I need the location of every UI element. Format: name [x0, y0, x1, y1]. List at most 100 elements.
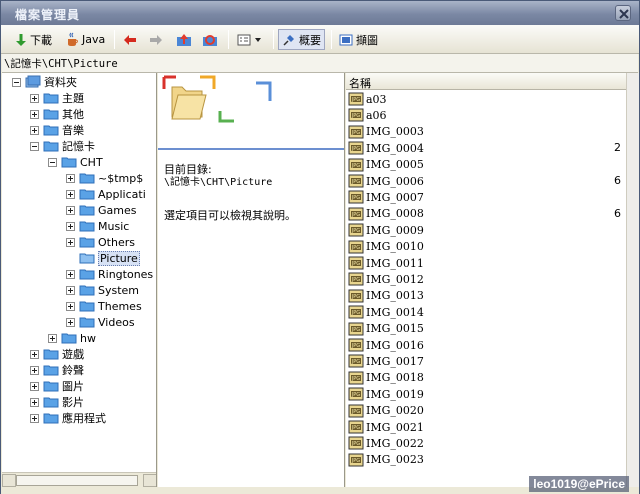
expand-icon[interactable] — [30, 93, 39, 103]
folder-icon — [79, 237, 95, 248]
scroll-thumb[interactable] — [16, 475, 138, 486]
file-list[interactable]: 名稱 JPG a03 JPG a06 JPG IMG_0003 JPG IMG_0004 2 JP… — [346, 73, 639, 487]
tree-item-themes[interactable]: 主題 — [30, 90, 84, 106]
tree-item-system[interactable]: System — [66, 282, 139, 298]
tree-item-others[interactable]: 其他 — [30, 106, 84, 122]
tree-item-root[interactable]: 資料夾 — [12, 74, 77, 90]
tree-label: 應用程式 — [62, 412, 106, 425]
expand-icon[interactable] — [66, 301, 75, 311]
file-row[interactable]: JPG IMG_0011 — [348, 255, 424, 271]
expand-icon[interactable] — [48, 333, 57, 343]
tree-horizontal-scrollbar[interactable] — [2, 472, 156, 487]
list-vertical-scrollbar[interactable] — [626, 73, 639, 487]
view-mode-button[interactable] — [237, 29, 262, 50]
chevron-down-icon[interactable] — [254, 37, 262, 43]
jpg-file-icon: JPG — [348, 387, 364, 401]
expand-icon[interactable] — [66, 221, 75, 231]
tree-item-ringtones-zh[interactable]: 鈴聲 — [30, 362, 84, 378]
expand-icon[interactable] — [30, 381, 39, 391]
picture-icon — [339, 34, 353, 45]
svg-text:JPG: JPG — [351, 310, 360, 316]
svg-text:JPG: JPG — [351, 97, 360, 103]
tree-item-applications[interactable]: Applicati — [66, 186, 146, 202]
tree-item-games-zh[interactable]: 遊戲 — [30, 346, 84, 362]
file-row[interactable]: JPG IMG_0004 — [348, 140, 424, 156]
scroll-left-icon[interactable] — [2, 474, 16, 487]
expand-icon[interactable] — [66, 237, 75, 247]
scroll-right-icon[interactable] — [143, 474, 156, 487]
expand-icon[interactable] — [30, 349, 39, 359]
close-button[interactable] — [615, 5, 631, 21]
file-row[interactable]: JPG a03 — [348, 91, 387, 107]
file-row[interactable]: JPG IMG_0012 — [348, 271, 424, 287]
collapse-icon[interactable] — [12, 77, 21, 87]
tree-label: System — [98, 283, 140, 297]
expand-icon[interactable] — [30, 109, 39, 119]
file-row[interactable]: JPG IMG_0023 — [348, 452, 424, 468]
collapse-icon[interactable] — [30, 141, 39, 151]
up-folder-button[interactable] — [176, 29, 192, 50]
file-row[interactable]: JPG IMG_0016 — [348, 337, 424, 353]
file-row[interactable]: JPG IMG_0021 — [348, 419, 424, 435]
folder-icon — [43, 109, 59, 120]
file-row[interactable]: JPG IMG_0007 — [348, 189, 424, 205]
tree-item-apps-zh[interactable]: 應用程式 — [30, 410, 106, 426]
forward-button[interactable] — [149, 29, 163, 50]
file-row[interactable]: JPG IMG_0006 — [348, 173, 424, 189]
download-button[interactable]: 下載 — [15, 29, 52, 50]
tree-item-music[interactable]: 音樂 — [30, 122, 84, 138]
tree-item-games[interactable]: Games — [66, 202, 136, 218]
file-row[interactable]: JPG IMG_0018 — [348, 370, 424, 386]
expand-icon[interactable] — [66, 173, 75, 183]
file-row[interactable]: JPG a06 — [348, 107, 387, 123]
collapse-icon[interactable] — [48, 157, 57, 167]
tree-item-videos-zh[interactable]: 影片 — [30, 394, 84, 410]
file-row[interactable]: JPG IMG_0014 — [348, 304, 424, 320]
file-row[interactable]: JPG IMG_0019 — [348, 386, 424, 402]
tree-item-others-en[interactable]: Others — [66, 234, 135, 250]
expand-icon[interactable] — [66, 285, 75, 295]
file-row[interactable]: JPG IMG_0022 — [348, 435, 424, 451]
expand-icon[interactable] — [66, 317, 75, 327]
file-row[interactable]: JPG IMG_0010 — [348, 239, 424, 255]
expand-icon[interactable] — [30, 397, 39, 407]
tree-item-pictures-zh[interactable]: 圖片 — [30, 378, 84, 394]
tree-item-picture[interactable]: Picture — [79, 250, 140, 266]
column-header-name[interactable]: 名稱 — [346, 73, 626, 90]
jpg-file-icon: JPG — [348, 305, 364, 319]
tree-item-cht[interactable]: CHT — [48, 154, 103, 170]
expand-icon[interactable] — [30, 125, 39, 135]
file-row[interactable]: JPG IMG_0017 — [348, 353, 424, 369]
file-row[interactable]: JPG IMG_0005 — [348, 157, 424, 173]
file-row[interactable]: JPG IMG_0020 — [348, 403, 424, 419]
file-row[interactable]: JPG IMG_0013 — [348, 288, 424, 304]
file-row[interactable]: JPG IMG_0009 — [348, 222, 424, 238]
tree-item-themes-en[interactable]: Themes — [66, 298, 142, 314]
tree-item-memory-card[interactable]: 記憶卡 — [30, 138, 95, 154]
toolbar-separator — [114, 30, 115, 49]
back-button[interactable] — [123, 29, 137, 50]
tree-item-music-en[interactable]: Music — [66, 218, 129, 234]
file-row[interactable]: JPG IMG_0015 — [348, 321, 424, 337]
java-button[interactable]: Java — [65, 29, 105, 50]
tree-item-videos[interactable]: Videos — [66, 314, 135, 330]
thumbnail-button[interactable]: 擷圖 — [339, 29, 378, 50]
expand-icon[interactable] — [66, 189, 75, 199]
expand-icon[interactable] — [66, 269, 75, 279]
expand-icon[interactable] — [30, 365, 39, 375]
file-row[interactable]: JPG IMG_0008 — [348, 206, 424, 222]
refresh-folder-icon — [203, 34, 217, 46]
folder-tree[interactable]: 資料夾 主題 其他 音樂 記憶卡 CHT ~$tmp$ Applicati Ga… — [2, 73, 157, 487]
overview-button[interactable]: 概要 — [278, 29, 325, 50]
title-bar[interactable]: 檔案管理員 — [1, 1, 639, 25]
folder-icon — [79, 205, 95, 216]
tree-item-tmp[interactable]: ~$tmp$ — [66, 170, 143, 186]
expand-icon[interactable] — [66, 205, 75, 215]
expand-icon[interactable] — [30, 413, 39, 423]
file-row[interactable]: JPG IMG_0003 — [348, 124, 424, 140]
tree-item-hw[interactable]: hw — [48, 330, 96, 346]
tree-item-ringtones[interactable]: Ringtones — [66, 266, 153, 282]
refresh-button[interactable] — [202, 29, 218, 50]
tree-label: 資料夾 — [44, 76, 77, 89]
jpg-file-icon: JPG — [348, 289, 364, 303]
